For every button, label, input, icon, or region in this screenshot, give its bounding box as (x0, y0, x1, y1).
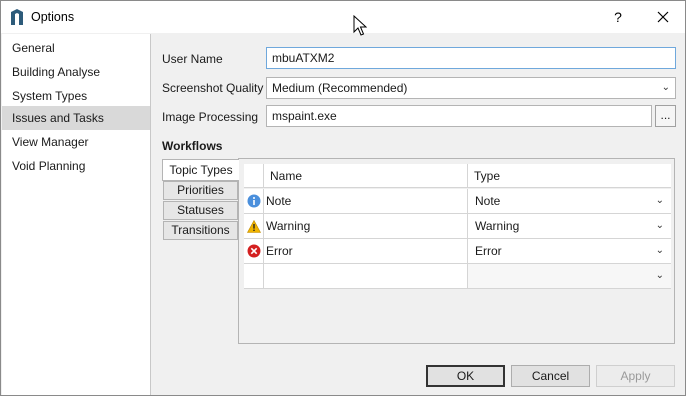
app-logo-icon (11, 9, 23, 25)
chevron-down-icon: ⌄ (655, 245, 664, 256)
close-icon (657, 11, 669, 23)
ok-button[interactable]: OK (426, 365, 505, 387)
chevron-down-icon: ⌄ (655, 220, 664, 231)
chevron-down-icon: ⌄ (661, 82, 670, 93)
grid-header-icon-column (244, 164, 264, 188)
warning-icon (246, 219, 261, 233)
user-name-label: User Name (162, 52, 223, 66)
table-row[interactable]: Note Note ⌄ (244, 189, 671, 214)
row-type-value: Note (475, 194, 501, 208)
table-row[interactable]: Error Error ⌄ (244, 239, 671, 264)
chevron-down-icon: ⌄ (655, 270, 664, 281)
sidebar-item-view-manager[interactable]: View Manager (2, 130, 150, 154)
row-type-select[interactable]: Warning ⌄ (468, 214, 671, 238)
table-row-new[interactable]: ⌄ (244, 264, 671, 289)
grid-header-type[interactable]: Type (468, 164, 671, 188)
image-processing-label: Image Processing (162, 110, 259, 124)
title-bar: Options ? (1, 1, 685, 33)
image-processing-input[interactable]: mspaint.exe (266, 105, 652, 127)
options-dialog: Options ? General Building Analyse Syste… (0, 0, 686, 396)
close-button[interactable] (645, 1, 681, 33)
row-name[interactable]: Error (264, 239, 468, 263)
tab-topic-types[interactable]: Topic Types (162, 159, 239, 181)
sidebar-item-issues-and-tasks[interactable]: Issues and Tasks (2, 106, 150, 130)
chevron-down-icon: ⌄ (655, 195, 664, 206)
window-title: Options (31, 10, 75, 24)
tab-statuses[interactable]: Statuses (163, 201, 238, 220)
info-icon (247, 194, 260, 208)
tab-transitions[interactable]: Transitions (163, 221, 238, 240)
sidebar-item-system-types[interactable]: System Types (2, 84, 150, 108)
apply-button[interactable]: Apply (596, 365, 675, 387)
row-type-value: Warning (475, 219, 520, 233)
row-type-select[interactable]: Note ⌄ (468, 189, 671, 213)
row-type-select[interactable]: ⌄ (468, 264, 671, 288)
table-row[interactable]: Warning Warning ⌄ (244, 214, 671, 239)
topic-types-panel: Name Type Note Note ⌄ Warning Warning ⌄ … (238, 158, 675, 344)
screenshot-quality-label: Screenshot Quality (162, 81, 264, 95)
mouse-cursor-icon (353, 15, 367, 36)
row-type-select[interactable]: Error ⌄ (468, 239, 671, 263)
row-name[interactable]: Note (264, 189, 468, 213)
grid-header-name[interactable]: Name (264, 164, 468, 188)
row-name[interactable] (264, 264, 468, 288)
sidebar-item-general[interactable]: General (2, 36, 150, 60)
error-icon (247, 244, 260, 258)
sidebar-item-building-analyse[interactable]: Building Analyse (2, 60, 150, 84)
sidebar: General Building Analyse System Types Is… (2, 34, 151, 395)
row-name[interactable]: Warning (264, 214, 468, 238)
screenshot-quality-select[interactable]: Medium (Recommended) ⌄ (266, 77, 676, 99)
tab-priorities[interactable]: Priorities (163, 181, 238, 200)
browse-button[interactable]: ... (655, 105, 676, 127)
help-button[interactable]: ? (603, 1, 633, 33)
cancel-button[interactable]: Cancel (511, 365, 590, 387)
screenshot-quality-value: Medium (Recommended) (272, 81, 408, 95)
sidebar-item-void-planning[interactable]: Void Planning (2, 154, 150, 178)
user-name-input[interactable]: mbuATXM2 (266, 47, 676, 69)
row-type-value: Error (475, 244, 502, 258)
grid-header: Name Type (244, 164, 671, 188)
workflows-heading: Workflows (162, 139, 223, 153)
